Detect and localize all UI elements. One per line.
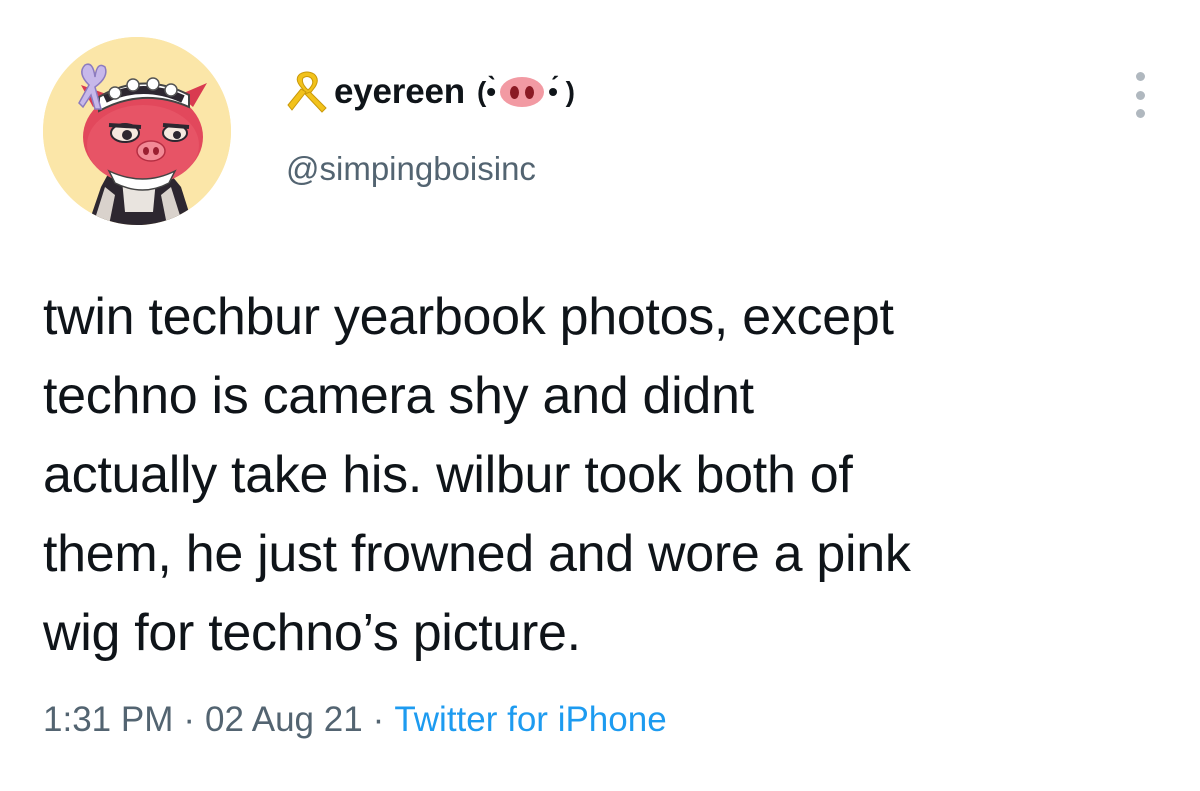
- tweet-text-line: twin techbur yearbook photos, except: [43, 288, 894, 346]
- pig-nose-icon: [500, 77, 545, 107]
- more-dot: [1135, 109, 1145, 118]
- more-dots-vertical-icon: [1135, 72, 1145, 81]
- tweet-source-link[interactable]: Twitter for iPhone: [394, 700, 666, 739]
- tweet-date[interactable]: 02 Aug 21: [205, 700, 363, 739]
- display-name-row[interactable]: eyereen (•̀ •́ ): [284, 70, 575, 114]
- user-handle[interactable]: @simpingboisinc: [286, 150, 536, 188]
- avatar[interactable]: [43, 37, 231, 225]
- tweet-text-line: them, he just frowned and wore a pink: [43, 525, 911, 583]
- tweet-time[interactable]: 1:31 PM: [43, 700, 173, 739]
- tweet-text-line: actually take his. wilbur took both of: [43, 446, 853, 504]
- meta-separator: ·: [183, 700, 196, 739]
- display-name: eyereen: [334, 72, 465, 111]
- tweet-text: twin techbur yearbook photos, except tec…: [43, 278, 1183, 673]
- kaomoji-right: •́ ): [548, 76, 575, 107]
- more-options-button[interactable]: [1124, 70, 1156, 120]
- tweet-card: eyereen (•̀ •́ ) @simpingboisinc twin te…: [0, 0, 1200, 791]
- more-dot: [1135, 90, 1145, 100]
- display-name-kaomoji: (•̀ •́ ): [477, 76, 575, 108]
- meta-separator: ·: [372, 700, 385, 739]
- yellow-ribbon-icon: [284, 70, 330, 114]
- tweet-text-line: wig for techno’s picture.: [43, 604, 581, 662]
- pig-maid-avatar-icon: [43, 37, 231, 225]
- kaomoji-left: (•̀: [476, 76, 497, 107]
- tweet-meta: 1:31 PM · 02 Aug 21 · Twitter for iPhone: [43, 700, 667, 740]
- tweet-text-line: techno is camera shy and didnt: [43, 367, 754, 425]
